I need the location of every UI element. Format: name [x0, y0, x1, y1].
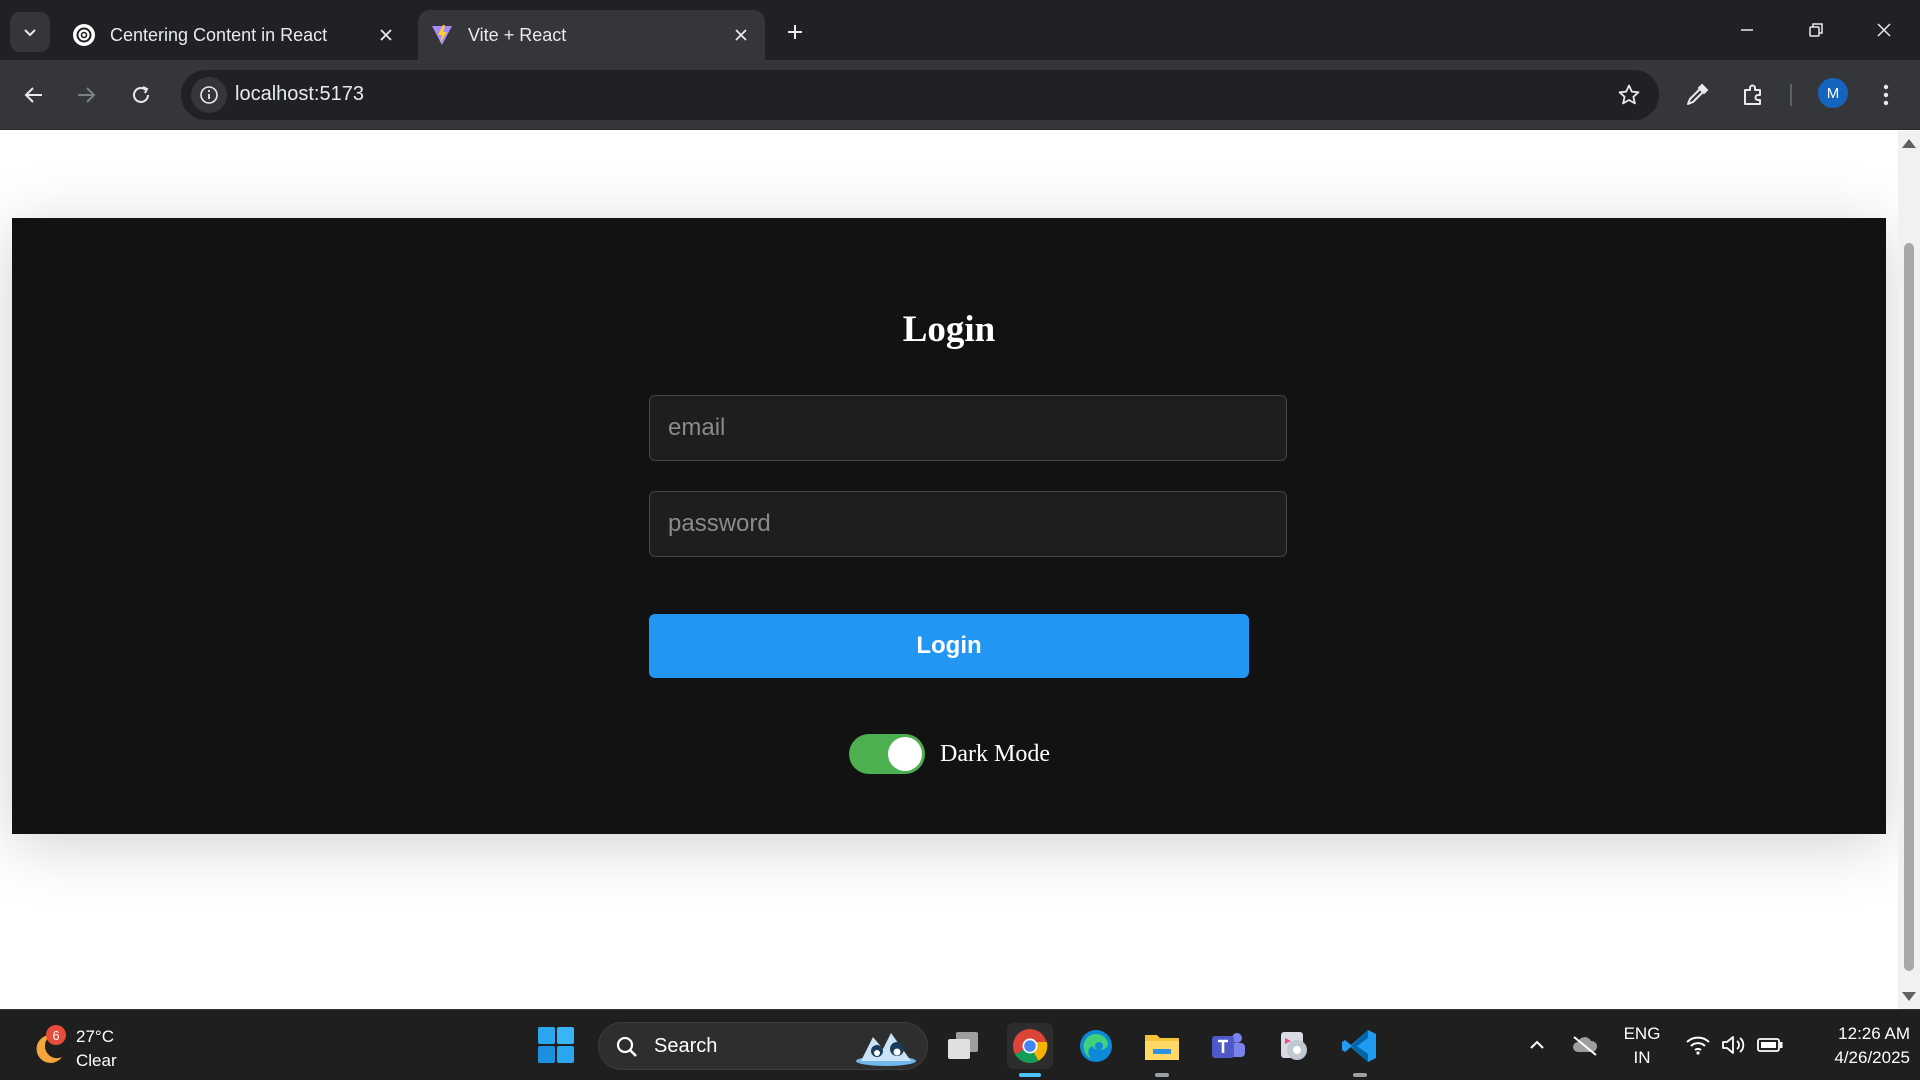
search-icon	[616, 1036, 637, 1057]
new-tab-button[interactable]	[777, 14, 813, 50]
tab-title: Vite + React	[468, 24, 567, 45]
forward-button[interactable]	[66, 75, 106, 115]
close-icon[interactable]	[372, 21, 400, 49]
tab-vite-react[interactable]: Vite + React	[418, 10, 765, 60]
close-icon	[1877, 23, 1891, 37]
chatgpt-icon	[72, 23, 96, 47]
address-bar[interactable]: localhost:5173	[181, 70, 1659, 120]
browser-tab-strip: Centering Content in React Vite + React	[0, 0, 1920, 60]
search-label: Search	[654, 1035, 718, 1057]
dark-mode-toggle-row: Dark Mode	[849, 734, 1050, 774]
minimize-icon	[1741, 29, 1753, 31]
file-explorer-icon[interactable]	[1139, 1023, 1185, 1077]
scroll-down-arrow[interactable]	[1902, 992, 1916, 1001]
battery-icon[interactable]	[1755, 1028, 1785, 1062]
login-button[interactable]: Login	[649, 614, 1249, 678]
back-button[interactable]	[14, 75, 54, 115]
language-line-2: IN	[1633, 1048, 1651, 1067]
chevron-down-icon	[24, 29, 36, 37]
weather-widget[interactable]: 6 27°C Clear	[26, 1019, 136, 1071]
onedrive-offline-icon[interactable]	[1570, 1028, 1600, 1062]
restore-button[interactable]	[1794, 10, 1838, 50]
toggle-knob	[888, 737, 922, 771]
reload-icon	[133, 86, 149, 103]
windows-taskbar: 6 27°C Clear Search ENG IN 12:26 AM 4/26…	[0, 1009, 1920, 1080]
windows-start-icon[interactable]	[537, 1026, 575, 1064]
plus-icon	[788, 25, 802, 39]
teams-icon[interactable]	[1205, 1023, 1251, 1069]
minimize-button[interactable]	[1725, 10, 1769, 50]
weather-condition: Clear	[76, 1051, 117, 1070]
dark-mode-toggle[interactable]	[849, 734, 925, 774]
page-title: Login	[902, 309, 996, 350]
language-line-1: ENG	[1623, 1024, 1661, 1043]
chevron-up-icon[interactable]	[1522, 1028, 1552, 1062]
running-app-indicator	[1155, 1073, 1169, 1077]
wifi-icon[interactable]	[1683, 1028, 1713, 1062]
extensions-icon[interactable]	[1735, 77, 1771, 113]
scroll-up-arrow[interactable]	[1902, 139, 1916, 148]
restore-icon	[1809, 23, 1823, 37]
vscode-icon[interactable]	[1337, 1023, 1383, 1077]
edge-icon[interactable]	[1073, 1023, 1119, 1069]
weather-badge: 6	[46, 1025, 66, 1045]
profile-avatar[interactable]: M	[1818, 78, 1848, 108]
clock-date: 4/26/2025	[1834, 1048, 1910, 1067]
page-viewport: Login Login Dark Mode	[0, 131, 1898, 1009]
arrow-left-icon	[24, 87, 42, 103]
browser-toolbar: localhost:5173 M	[0, 60, 1920, 130]
password-field[interactable]	[649, 491, 1287, 557]
search-highlight-icon	[856, 1033, 916, 1066]
address-url[interactable]: localhost:5173	[235, 83, 364, 106]
reload-button[interactable]	[121, 75, 161, 115]
more-menu-icon[interactable]	[1868, 77, 1904, 113]
chrome-icon[interactable]	[1007, 1023, 1053, 1077]
close-icon[interactable]	[727, 21, 755, 49]
toolbar-divider	[1790, 84, 1792, 106]
bookmark-star-icon[interactable]	[1613, 79, 1645, 111]
dark-mode-label: Dark Mode	[940, 740, 1050, 767]
email-field[interactable]	[649, 395, 1287, 461]
eyedropper-icon[interactable]	[1679, 77, 1715, 113]
tab-centering-content[interactable]: Centering Content in React	[60, 10, 410, 60]
taskbar-search[interactable]: Search	[598, 1022, 928, 1070]
weather-temperature: 27°C	[76, 1027, 114, 1046]
running-app-indicator	[1353, 1073, 1367, 1077]
clock-time: 12:26 AM	[1838, 1024, 1910, 1043]
media-player-icon[interactable]	[1271, 1023, 1317, 1069]
system-clock[interactable]: 12:26 AM 4/26/2025	[1800, 1022, 1910, 1070]
login-container: Login Login Dark Mode	[12, 218, 1886, 834]
volume-icon[interactable]	[1718, 1028, 1748, 1062]
active-app-indicator	[1019, 1073, 1041, 1077]
tab-search-button[interactable]	[10, 12, 50, 52]
vite-icon	[430, 23, 454, 47]
arrow-right-icon	[78, 87, 96, 103]
close-window-button[interactable]	[1862, 10, 1906, 50]
tab-title: Centering Content in React	[110, 24, 328, 45]
scroll-thumb[interactable]	[1904, 243, 1914, 971]
language-indicator[interactable]: ENG IN	[1614, 1022, 1670, 1070]
task-view-icon[interactable]	[940, 1023, 986, 1069]
page-scrollbar[interactable]	[1898, 131, 1920, 1009]
site-info-icon[interactable]	[191, 77, 227, 113]
